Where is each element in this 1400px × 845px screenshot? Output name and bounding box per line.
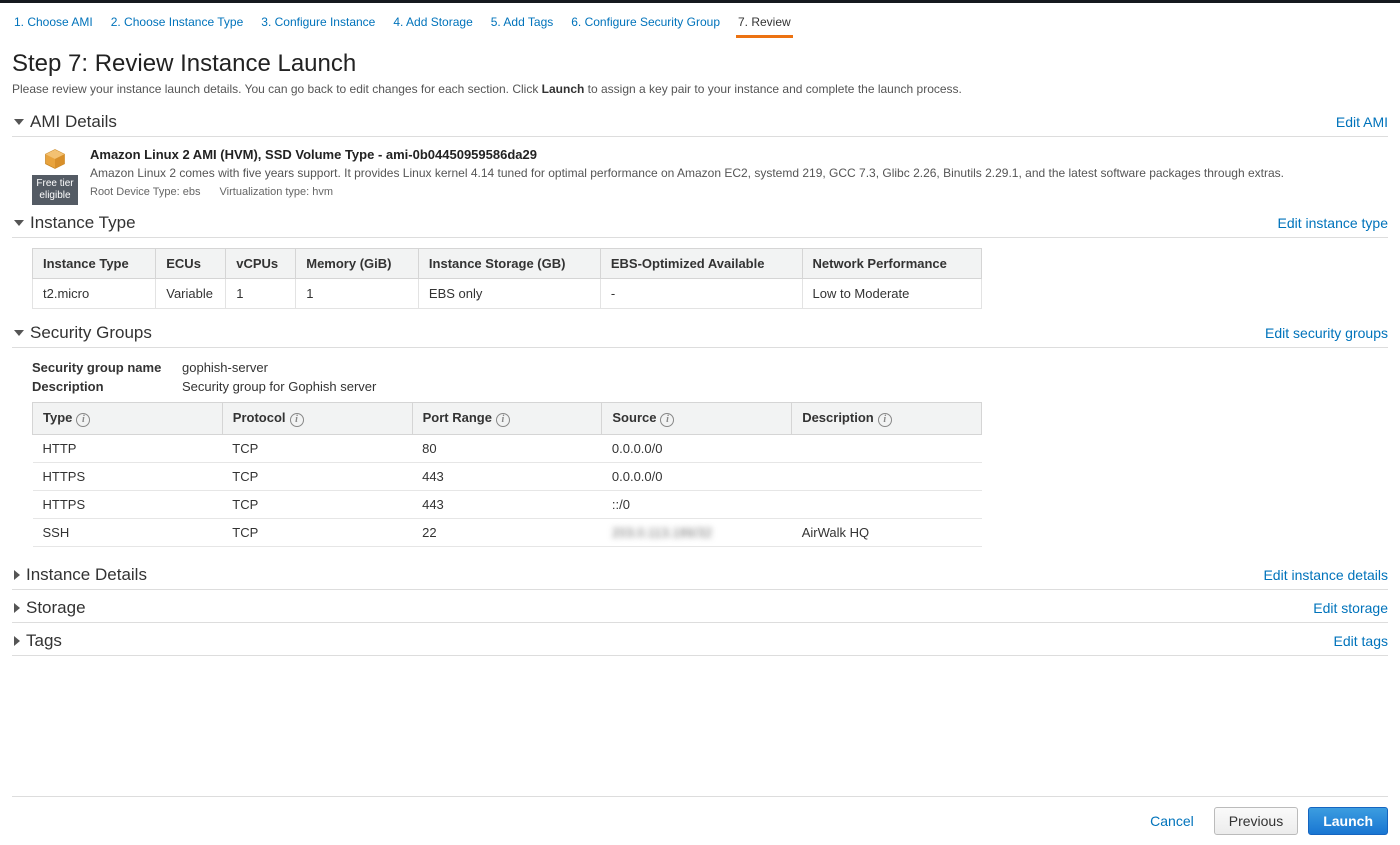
section-title-tags: Tags xyxy=(26,631,62,651)
table-row: HTTPS TCP 443 0.0.0.0/0 xyxy=(33,462,982,490)
page-title: Step 7: Review Instance Launch xyxy=(0,38,1400,82)
th-protocol: Protocoli xyxy=(222,403,412,435)
footer-actions: Cancel Previous Launch xyxy=(12,796,1388,845)
wizard-steps: 1. Choose AMI 2. Choose Instance Type 3.… xyxy=(0,3,1400,38)
section-instance-type: Instance Type Edit instance type Instanc… xyxy=(12,209,1388,309)
section-storage: Storage Edit storage xyxy=(12,594,1388,623)
th-port: Port Rangei xyxy=(412,403,602,435)
section-title-storage: Storage xyxy=(26,598,86,618)
sg-name-label: Security group name xyxy=(32,360,182,375)
section-header-ami: AMI Details Edit AMI xyxy=(12,108,1388,137)
section-tags: Tags Edit tags xyxy=(12,627,1388,656)
td-instance-type: t2.micro xyxy=(33,279,156,309)
section-title-instance-type: Instance Type xyxy=(30,213,136,233)
subtitle-bold: Launch xyxy=(542,82,585,96)
caret-down-icon[interactable] xyxy=(14,330,24,336)
info-icon[interactable]: i xyxy=(660,413,674,427)
info-icon[interactable]: i xyxy=(878,413,892,427)
td-ebs: - xyxy=(600,279,802,309)
wizard-step-3[interactable]: 3. Configure Instance xyxy=(259,11,377,38)
subtitle-pre: Please review your instance launch detai… xyxy=(12,82,542,96)
sg-source-redacted: 203.0.113.186/32 xyxy=(602,518,792,546)
edit-security-groups-link[interactable]: Edit security groups xyxy=(1265,325,1388,341)
free-tier-badge: Free tiereligible xyxy=(32,175,78,205)
wizard-step-5[interactable]: 5. Add Tags xyxy=(489,11,556,38)
section-title-ami: AMI Details xyxy=(30,112,117,132)
section-title-instance-details: Instance Details xyxy=(26,565,147,585)
th-desc: Descriptioni xyxy=(792,403,982,435)
section-title-security-groups: Security Groups xyxy=(30,323,152,343)
edit-ami-link[interactable]: Edit AMI xyxy=(1336,114,1388,130)
ami-meta: Root Device Type: ebs Virtualization typ… xyxy=(90,186,1388,198)
wizard-step-2[interactable]: 2. Choose Instance Type xyxy=(109,11,246,38)
th-ecus: ECUs xyxy=(156,249,226,279)
edit-tags-link[interactable]: Edit tags xyxy=(1334,633,1388,649)
caret-right-icon[interactable] xyxy=(14,636,20,646)
table-row: HTTP TCP 80 0.0.0.0/0 xyxy=(33,434,982,462)
edit-instance-type-link[interactable]: Edit instance type xyxy=(1277,215,1388,231)
section-instance-details: Instance Details Edit instance details xyxy=(12,561,1388,590)
ami-virt-type: Virtualization type: hvm xyxy=(220,186,334,198)
td-storage: EBS only xyxy=(418,279,600,309)
page-subtitle: Please review your instance launch detai… xyxy=(0,82,1400,108)
th-network: Network Performance xyxy=(802,249,981,279)
launch-button[interactable]: Launch xyxy=(1308,807,1388,835)
edit-storage-link[interactable]: Edit storage xyxy=(1313,600,1388,616)
previous-button[interactable]: Previous xyxy=(1214,807,1298,835)
section-ami: AMI Details Edit AMI Free tiereligible A… xyxy=(12,108,1388,209)
table-row: SSH TCP 22 203.0.113.186/32 AirWalk HQ xyxy=(33,518,982,546)
info-icon[interactable]: i xyxy=(76,413,90,427)
caret-right-icon[interactable] xyxy=(14,570,20,580)
caret-right-icon[interactable] xyxy=(14,603,20,613)
th-instance-type: Instance Type xyxy=(33,249,156,279)
th-storage: Instance Storage (GB) xyxy=(418,249,600,279)
th-source: Sourcei xyxy=(602,403,792,435)
wizard-step-7[interactable]: 7. Review xyxy=(736,11,793,38)
td-network: Low to Moderate xyxy=(802,279,981,309)
td-memory: 1 xyxy=(296,279,419,309)
sg-name-value: gophish-server xyxy=(182,360,268,375)
sg-desc-value: Security group for Gophish server xyxy=(182,379,376,394)
th-type: Typei xyxy=(33,403,223,435)
td-ecus: Variable xyxy=(156,279,226,309)
th-ebs: EBS-Optimized Available xyxy=(600,249,802,279)
section-security-groups: Security Groups Edit security groups Sec… xyxy=(12,319,1388,547)
security-group-rules-table: Typei Protocoli Port Rangei Sourcei Desc… xyxy=(32,402,982,547)
info-icon[interactable]: i xyxy=(496,413,510,427)
table-row: t2.micro Variable 1 1 EBS only - Low to … xyxy=(33,279,982,309)
amazon-linux-icon xyxy=(41,147,69,171)
td-vcpus: 1 xyxy=(226,279,296,309)
section-header-instance-type: Instance Type Edit instance type xyxy=(12,209,1388,238)
ami-description: Amazon Linux 2 comes with five years sup… xyxy=(90,166,1388,180)
table-row: HTTPS TCP 443 ::/0 xyxy=(33,490,982,518)
subtitle-post: to assign a key pair to your instance an… xyxy=(584,82,962,96)
ami-root-device: Root Device Type: ebs xyxy=(90,186,200,198)
info-icon[interactable]: i xyxy=(290,413,304,427)
wizard-step-1[interactable]: 1. Choose AMI xyxy=(12,11,95,38)
caret-down-icon[interactable] xyxy=(14,119,24,125)
instance-type-table: Instance Type ECUs vCPUs Memory (GiB) In… xyxy=(32,248,982,309)
th-vcpus: vCPUs xyxy=(226,249,296,279)
cancel-button[interactable]: Cancel xyxy=(1140,807,1204,835)
section-header-security-groups: Security Groups Edit security groups xyxy=(12,319,1388,348)
ami-title: Amazon Linux 2 AMI (HVM), SSD Volume Typ… xyxy=(90,147,1388,162)
sg-desc-label: Description xyxy=(32,379,182,394)
th-memory: Memory (GiB) xyxy=(296,249,419,279)
edit-instance-details-link[interactable]: Edit instance details xyxy=(1263,567,1388,583)
wizard-step-4[interactable]: 4. Add Storage xyxy=(391,11,474,38)
caret-down-icon[interactable] xyxy=(14,220,24,226)
wizard-step-6[interactable]: 6. Configure Security Group xyxy=(569,11,722,38)
